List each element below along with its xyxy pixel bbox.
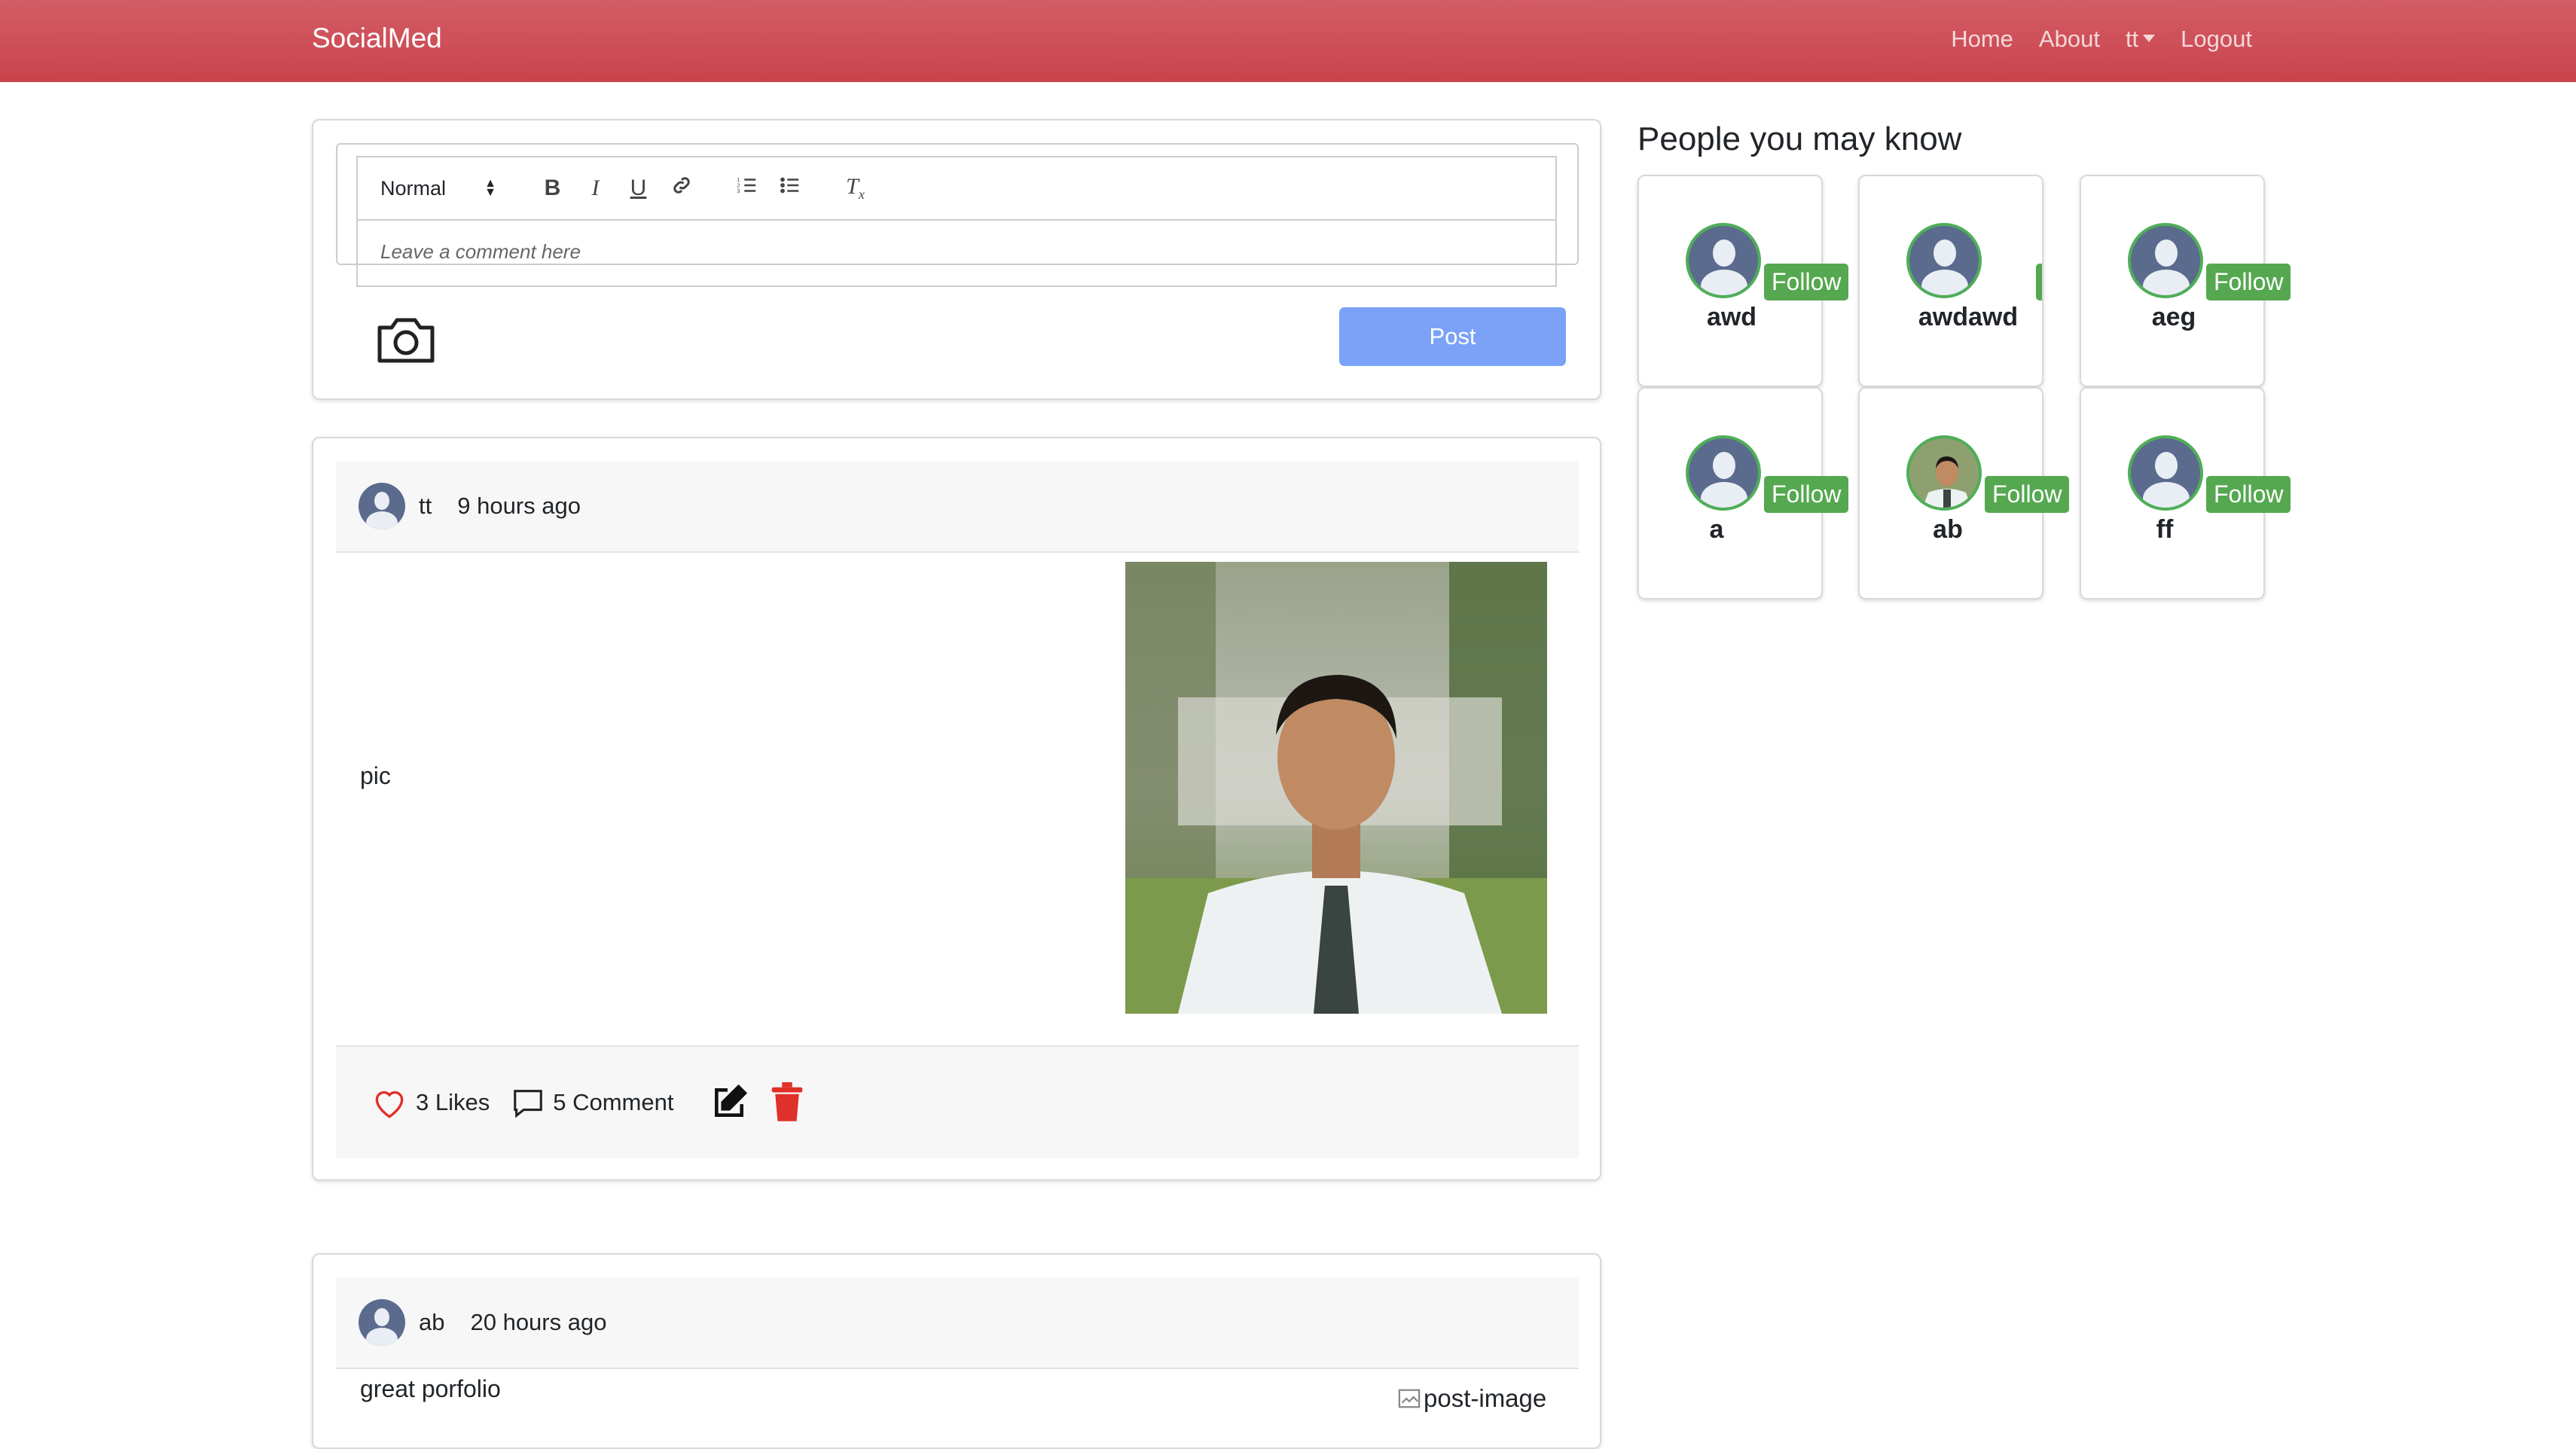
ordered-list-icon: 123 (737, 176, 755, 194)
comment-button[interactable]: 5 Comment (511, 1085, 673, 1120)
heart-icon (375, 1091, 404, 1118)
brand-logo[interactable]: SocialMed (312, 23, 442, 54)
person-name: aeg (2151, 303, 2196, 331)
clear-format-button[interactable]: Tx (834, 174, 877, 203)
avatar[interactable] (1686, 435, 1761, 511)
post-time: 9 hours ago (457, 493, 581, 519)
post-author[interactable]: tt (419, 493, 432, 520)
avatar-photo[interactable] (1906, 435, 1982, 511)
person-card[interactable]: Follow awdawd (1858, 175, 2043, 387)
broken-image-icon (1398, 1389, 1421, 1408)
post-card: tt 9 hours ago pic 3 Likes 5 Comment (312, 437, 1601, 1181)
svg-text:3: 3 (737, 188, 740, 194)
camera-button[interactable] (374, 313, 438, 367)
camera-icon (377, 318, 435, 363)
person-name: ab (1933, 515, 1963, 544)
person-name: a (1709, 515, 1724, 544)
trash-icon (772, 1082, 803, 1121)
format-select[interactable]: Normal ▲ ▼ (380, 177, 508, 200)
follow-button[interactable]: Follow (1764, 476, 1849, 513)
person-card[interactable]: Follow a (1637, 387, 1849, 599)
bullet-list-icon (780, 177, 798, 194)
caret-down-icon (2143, 35, 2156, 42)
follow-button[interactable]: Follow (1985, 476, 2070, 513)
edit-icon (715, 1084, 748, 1117)
follow-button[interactable]: Follow (2036, 264, 2042, 300)
underline-button[interactable]: U (617, 175, 660, 201)
post-time: 20 hours ago (470, 1309, 607, 1335)
nav-home-link[interactable]: Home (1951, 26, 2013, 53)
follow-button[interactable]: Follow (1764, 264, 1849, 300)
avatar[interactable] (1906, 223, 1982, 298)
format-select-value: Normal (380, 176, 447, 200)
navbar: SocialMed Home About tt Logout (0, 0, 2576, 82)
person-name: ff (2156, 515, 2174, 544)
link-icon (673, 177, 690, 194)
post-footer: 3 Likes 5 Comment (336, 1045, 1579, 1158)
editor-frame: Normal ▲ ▼ B I U 123 Tx Leave a comment h… (336, 143, 1579, 287)
italic-button[interactable]: I (574, 175, 617, 201)
comments-count: 5 Comment (553, 1089, 674, 1115)
post-header: tt 9 hours ago (336, 461, 1579, 553)
avatar[interactable] (359, 1299, 405, 1346)
select-arrows-icon: ▲ ▼ (484, 177, 496, 199)
avatar[interactable] (2128, 223, 2203, 298)
post-image[interactable]: post-image (1398, 1384, 1546, 1413)
follow-button[interactable]: Follow (2206, 476, 2291, 513)
person-card[interactable]: Follow ab (1858, 387, 2070, 599)
link-button[interactable] (660, 174, 703, 203)
post-composer: Normal ▲ ▼ B I U 123 Tx Leave a comment h… (312, 119, 1601, 400)
likes-count: 3 Likes (416, 1089, 490, 1115)
post-card: ab 20 hours ago great porfolio post-imag… (312, 1253, 1601, 1449)
editor-toolbar: Normal ▲ ▼ B I U 123 Tx (356, 156, 1557, 219)
nav-user-dropdown[interactable]: tt (2125, 26, 2156, 53)
person-name: awd (1706, 303, 1757, 331)
comment-icon (514, 1090, 543, 1118)
post-author[interactable]: ab (419, 1309, 444, 1336)
edit-button[interactable] (710, 1084, 749, 1121)
avatar[interactable] (2128, 435, 2203, 511)
person-photo (1909, 438, 1979, 508)
post-button[interactable]: Post (1339, 307, 1566, 366)
bold-button[interactable]: B (531, 175, 574, 201)
follow-button[interactable]: Follow (2206, 264, 2291, 300)
nav-user-label: tt (2125, 26, 2139, 52)
person-card[interactable]: Follow aeg (2080, 175, 2291, 387)
person-card[interactable]: Follow awd (1637, 175, 1849, 387)
post-image-alt: post-image (1424, 1384, 1547, 1412)
bullet-list-button[interactable] (768, 174, 811, 203)
nav-about-link[interactable]: About (2039, 26, 2100, 53)
nav-logout-link[interactable]: Logout (2181, 26, 2252, 53)
people-grid: Follow awd Follow awdawd Follow aeg Foll… (1637, 175, 2427, 600)
like-button[interactable]: 3 Likes (371, 1085, 490, 1120)
people-you-may-know-title: People you may know (1637, 120, 1962, 157)
post-text: great porfolio (360, 1375, 501, 1402)
comment-editor[interactable]: Leave a comment here (356, 219, 1557, 287)
person-name: awdawd (1918, 303, 2019, 331)
portrait-photo (1125, 562, 1547, 1014)
nav-links: Home About tt Logout (1951, 26, 2252, 53)
clear-format-subscript: x (858, 187, 865, 202)
post-text: pic (360, 762, 391, 789)
delete-button[interactable] (770, 1082, 804, 1123)
person-card[interactable]: Follow ff (2080, 387, 2291, 599)
avatar[interactable] (359, 483, 405, 529)
post-image[interactable] (1125, 562, 1547, 1014)
post-header: ab 20 hours ago (336, 1277, 1579, 1369)
avatar[interactable] (1686, 223, 1761, 298)
ordered-list-button[interactable]: 123 (725, 174, 768, 203)
